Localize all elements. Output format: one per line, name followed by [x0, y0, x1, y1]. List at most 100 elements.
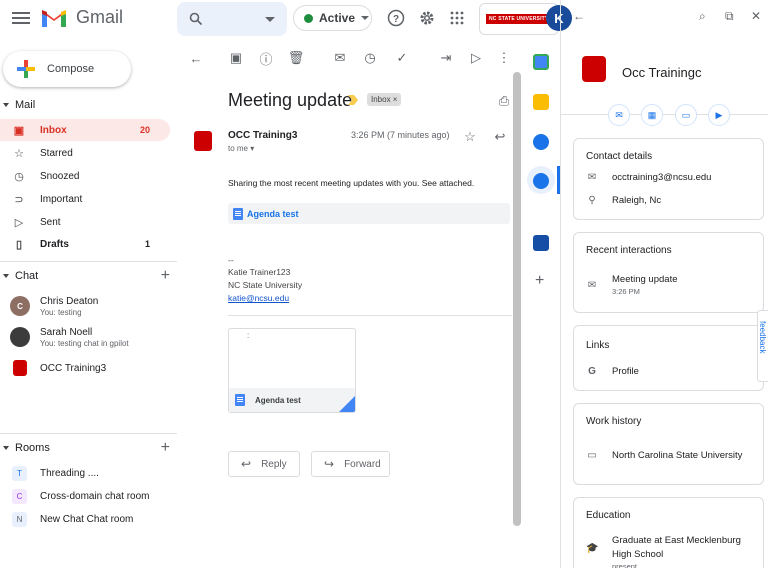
sender-name[interactable]: OCC Training3	[228, 130, 297, 141]
print-icon[interactable]: ⎙	[495, 92, 513, 110]
profile-link-row[interactable]: G Profile	[586, 366, 639, 377]
card-title: Contact details	[586, 151, 653, 162]
gear-icon[interactable]	[417, 8, 437, 28]
gmail-logo[interactable]: Gmail	[40, 6, 123, 28]
status-dropdown[interactable]: Active	[293, 5, 372, 31]
calendar-icon[interactable]	[533, 54, 549, 70]
search-icon[interactable]: ⌕	[699, 9, 706, 24]
signature-email-link[interactable]: katie@ncsu.edu	[228, 293, 289, 303]
actions-divider	[561, 114, 768, 115]
more-vert-icon[interactable]: ⋮	[495, 49, 513, 67]
email-view: ← ▣ ⓘ 🗑 ✉ ◷ ✓ ⇥ ▷ ⋮ Meeting update Inbox…	[177, 40, 522, 568]
room-name: Threading ....	[40, 467, 99, 479]
draft-icon: ▯	[15, 238, 23, 251]
main-menu-icon[interactable]	[12, 9, 30, 25]
room-badge: T	[12, 465, 27, 481]
attachment-link[interactable]: Agenda test	[228, 203, 510, 224]
archive-icon[interactable]: ▣	[227, 49, 245, 67]
doc-fold-icon	[339, 396, 355, 412]
tasks-icon[interactable]	[533, 134, 549, 150]
contact-location-row[interactable]: ⚲ Raleigh, Nc	[586, 195, 661, 206]
contact-email-row[interactable]: ✉ occtraining3@ncsu.edu	[586, 172, 712, 183]
trash-icon[interactable]: 🗑	[287, 49, 305, 67]
label-icon[interactable]: ▷	[467, 49, 485, 67]
help-icon[interactable]: ?	[386, 8, 406, 28]
nav-item-starred[interactable]: ☆ Starred	[0, 142, 170, 164]
send-icon: ▷	[14, 216, 24, 229]
schedule-event-icon[interactable]: ▦	[641, 104, 663, 126]
contact-location: Raleigh, Nc	[612, 195, 662, 206]
email-scrollbar[interactable]	[513, 72, 521, 526]
move-to-icon[interactable]: ⇥	[437, 49, 455, 67]
app-name: Gmail	[76, 6, 124, 27]
chat-contact-icon[interactable]: ▭	[675, 104, 697, 126]
education-sub: present	[612, 562, 638, 568]
nav-item-inbox[interactable]: ▣ Inbox 20	[0, 119, 170, 141]
add-task-icon[interactable]: ✓	[393, 49, 411, 67]
google-doc-icon	[235, 394, 245, 406]
addon-icon[interactable]	[533, 235, 549, 251]
feedback-label: feedback	[758, 321, 767, 354]
mail-section-header[interactable]: Mail	[0, 96, 170, 114]
chat-name: Chris Deaton	[40, 295, 99, 307]
mark-unread-icon[interactable]: ✉	[331, 49, 349, 67]
inbox-label-chip[interactable]: Inbox ×	[367, 93, 402, 106]
get-addons-plus-icon[interactable]: +	[535, 272, 544, 290]
chat-item-chris-deaton[interactable]: C Chris Deaton You: testing	[10, 292, 175, 320]
sender-avatar[interactable]	[194, 131, 212, 151]
nav-item-snoozed[interactable]: ◷ Snoozed	[0, 165, 170, 187]
nav-item-important[interactable]: ⊃ Important	[0, 188, 170, 210]
recipients-toggle[interactable]: to me ▾	[228, 144, 254, 153]
reply-icon[interactable]: ↩	[491, 128, 509, 146]
room-badge: N	[12, 511, 27, 527]
reply-arrow-icon: ↩	[241, 457, 252, 471]
nav-item-count: 20	[139, 125, 150, 135]
gmail-m-icon	[42, 10, 66, 27]
left-navigation: Compose Mail ▣ Inbox 20 ☆ Starred ◷ Snoo…	[0, 40, 177, 568]
chat-section-header[interactable]: Chat +	[0, 267, 170, 285]
star-icon[interactable]: ☆	[461, 128, 479, 146]
search-options-icon[interactable]	[265, 16, 275, 22]
graduation-cap-icon: 🎓	[586, 543, 599, 554]
interaction-row[interactable]: ✉ Meeting update 3:26 PM	[586, 274, 678, 296]
contact-side-panel: ← ⌕ ⧉ ✕ Occ Trainingc ✉ ▦ ▭ ▶ Contact de…	[560, 0, 768, 568]
gmail-app: Gmail Active ? NC STATE UNIVERSITY K Com…	[0, 0, 768, 568]
attachments-divider	[228, 315, 512, 316]
search-bar[interactable]	[177, 2, 287, 36]
forward-button[interactable]: ↪ Forward	[311, 451, 390, 477]
compose-button[interactable]: Compose	[3, 51, 131, 87]
collapse-icon	[3, 446, 9, 450]
feedback-tab[interactable]: feedback	[757, 310, 768, 382]
new-room-plus-icon[interactable]: +	[161, 439, 170, 457]
open-new-window-icon[interactable]: ⧉	[725, 9, 734, 24]
google-g-icon: G	[588, 366, 596, 377]
keep-icon[interactable]	[533, 94, 549, 110]
nav-item-label: Drafts	[40, 238, 69, 250]
nav-item-label: Starred	[40, 147, 73, 159]
attachment-card[interactable]: : Agenda test	[228, 328, 356, 413]
apps-grid-icon[interactable]	[447, 8, 467, 28]
chat-item-occ-training3[interactable]: OCC Training3	[10, 354, 175, 382]
chat-section-label: Chat	[15, 270, 39, 282]
new-chat-plus-icon[interactable]: +	[161, 267, 170, 285]
video-call-icon[interactable]: ▶	[708, 104, 730, 126]
room-item-new-chat[interactable]: N New Chat Chat room	[12, 509, 177, 529]
chat-item-sarah-noell[interactable]: Sarah Noell You: testing chat in gpilot	[10, 323, 175, 351]
reply-button[interactable]: ↩ Reply	[228, 451, 300, 477]
nav-item-drafts[interactable]: ▯ Drafts 1	[0, 233, 170, 255]
work-history-card: Work history ▭ North Carolina State Univ…	[573, 403, 764, 485]
report-spam-icon[interactable]: ⓘ	[257, 49, 275, 67]
section-divider	[0, 261, 177, 262]
search-icon[interactable]	[189, 12, 203, 26]
room-item-threading[interactable]: T Threading ....	[12, 463, 177, 483]
rooms-section-header[interactable]: Rooms +	[0, 439, 170, 457]
back-arrow-icon[interactable]: ←	[187, 49, 205, 67]
room-item-cross-domain[interactable]: C Cross-domain chat room	[12, 486, 177, 506]
contacts-icon[interactable]	[533, 173, 549, 189]
snooze-icon[interactable]: ◷	[361, 49, 379, 67]
back-arrow-icon[interactable]: ←	[573, 9, 585, 23]
email-contact-icon[interactable]: ✉	[608, 104, 630, 126]
nav-item-sent[interactable]: ▷ Sent	[0, 211, 170, 233]
close-icon[interactable]: ✕	[751, 9, 761, 23]
compose-plus-icon	[17, 60, 35, 78]
